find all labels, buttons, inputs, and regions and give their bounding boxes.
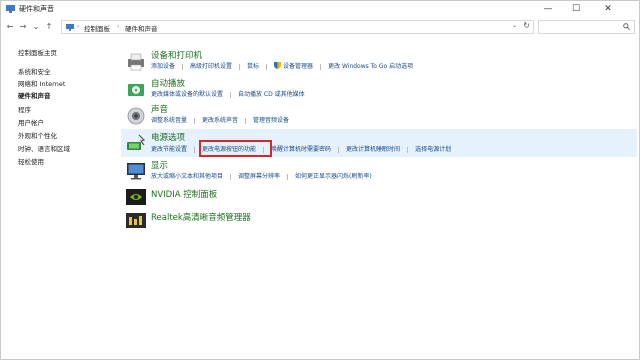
refresh-button[interactable]: ↻ xyxy=(523,21,530,30)
category-title-devices-printers[interactable]: 设备和打印机 xyxy=(151,49,202,61)
category-nvidia: NVIDIA 控制面板 xyxy=(121,185,637,209)
search-box[interactable] xyxy=(538,20,635,34)
sidebar-item-ease-of-access[interactable]: 轻松使用 xyxy=(18,156,44,166)
category-links-sound: 调整系统音量 更改系统声音 管理音频设备 xyxy=(151,115,296,124)
display-icon xyxy=(127,163,145,180)
category-links-display: 放大或缩小文本和其他项目 调整屏幕分辨率 如何更正显示器闪烁(刷新率) xyxy=(151,171,379,180)
category-sound: 声音 调整系统音量 更改系统声音 管理音频设备 xyxy=(121,101,637,129)
address-bar[interactable]: › 控制面板 › 硬件和声音 ⌄ ↻ xyxy=(61,20,534,34)
sidebar-item-clock-language-region[interactable]: 时钟、语言和区域 xyxy=(18,143,70,153)
category-links-power-options: 更改节能设置 更改电源按钮的功能 唤醒计算机时需要密码 更改计算机睡眠时间 选择电源计划 xyxy=(151,144,458,153)
maximize-button[interactable]: ☐ xyxy=(563,1,589,18)
sidebar-item-user-accounts[interactable]: 用户帐户 xyxy=(18,117,44,127)
device-manager-link[interactable]: 设备管理器 xyxy=(283,61,313,70)
breadcrumb-control-panel[interactable]: 控制面板 xyxy=(84,23,110,33)
recent-locations-button[interactable]: ⌄ xyxy=(30,21,42,33)
category-title-autoplay[interactable]: 自动播放 xyxy=(151,77,185,89)
mouse-link[interactable]: 鼠标 xyxy=(247,61,259,70)
category-title-realtek[interactable]: Realtek高清晰音频管理器 xyxy=(151,211,251,223)
add-device-link[interactable]: 添加设备 xyxy=(151,61,175,70)
search-icon xyxy=(623,23,630,30)
change-media-defaults-link[interactable]: 更改媒体或设备的默认设置 xyxy=(151,89,223,98)
nvidia-icon xyxy=(126,189,146,205)
window-title: 硬件和声音 xyxy=(19,5,54,13)
control-panel-icon xyxy=(6,5,15,13)
fix-flicker-link[interactable]: 如何更正显示器闪烁(刷新率) xyxy=(295,171,372,180)
category-autoplay: 自动播放 更改媒体或设备的默认设置 自动播放 CD 或其他媒体 xyxy=(121,75,637,101)
manage-audio-devices-link[interactable]: 管理音频设备 xyxy=(253,115,289,124)
back-button[interactable]: ← xyxy=(4,21,16,33)
sidebar-item-programs[interactable]: 程序 xyxy=(18,104,31,114)
breadcrumb-hardware-sound[interactable]: 硬件和声音 xyxy=(125,23,158,33)
sidebar-item-hardware-sound[interactable]: 硬件和声音 xyxy=(18,90,51,100)
windows-to-go-link[interactable]: 更改 Windows To Go 启动选项 xyxy=(328,61,413,70)
power-options-icon xyxy=(127,134,146,150)
sidebar-item-network-internet[interactable]: 网络和 Internet xyxy=(18,78,65,88)
realtek-icon xyxy=(126,213,146,228)
address-dropdown-button[interactable]: ⌄ xyxy=(512,22,517,29)
wake-password-link[interactable]: 唤醒计算机时需要密码 xyxy=(271,144,331,153)
adjust-volume-link[interactable]: 调整系统音量 xyxy=(151,115,187,124)
printer-icon xyxy=(128,53,144,71)
category-links-autoplay: 更改媒体或设备的默认设置 自动播放 CD 或其他媒体 xyxy=(151,89,312,98)
change-sleep-time-link[interactable]: 更改计算机睡眠时间 xyxy=(346,144,400,153)
control-panel-home-link[interactable]: 控制面板主页 xyxy=(18,47,57,57)
shield-icon xyxy=(274,62,282,69)
zoom-text-link[interactable]: 放大或缩小文本和其他项目 xyxy=(151,171,223,180)
category-title-nvidia[interactable]: NVIDIA 控制面板 xyxy=(151,188,217,200)
category-realtek: Realtek高清晰音频管理器 xyxy=(121,208,637,232)
navigation-bar: ← → ⌄ ↑ › 控制面板 › 硬件和声音 ⌄ ↻ xyxy=(1,18,639,36)
breadcrumb-separator: › xyxy=(117,23,120,30)
minimize-button[interactable]: — xyxy=(535,1,561,18)
adjust-resolution-link[interactable]: 调整屏幕分辨率 xyxy=(238,171,280,180)
category-title-power-options[interactable]: 电源选项 xyxy=(151,131,185,143)
sidebar-item-appearance[interactable]: 外观和个性化 xyxy=(18,130,57,140)
change-power-saving-link[interactable]: 更改节能设置 xyxy=(151,144,187,153)
speaker-icon xyxy=(127,107,145,125)
control-panel-icon xyxy=(66,24,74,31)
up-button[interactable]: ↑ xyxy=(43,21,55,33)
choose-power-plan-link[interactable]: 选择电源计划 xyxy=(415,144,451,153)
autoplay-cd-link[interactable]: 自动播放 CD 或其他媒体 xyxy=(238,89,305,98)
change-system-sounds-link[interactable]: 更改系统声音 xyxy=(202,115,238,124)
category-links-devices-printers: 添加设备 高级打印机设置 鼠标 设备管理器 更改 Windows To Go 启动选项 xyxy=(151,61,420,70)
title-bar: 硬件和声音 — ☐ ✕ xyxy=(1,1,639,18)
category-title-display[interactable]: 显示 xyxy=(151,159,168,171)
control-panel-window: 硬件和声音 — ☐ ✕ ← → ⌄ ↑ › 控制面板 › 硬件和声音 ⌄ ↻ 控… xyxy=(0,0,640,360)
annotation-highlight-box xyxy=(199,140,272,157)
forward-button[interactable]: → xyxy=(17,21,29,33)
category-title-sound[interactable]: 声音 xyxy=(151,103,168,115)
close-button[interactable]: ✕ xyxy=(595,1,621,18)
advanced-printer-setup-link[interactable]: 高级打印机设置 xyxy=(190,61,232,70)
sidebar-item-system-security[interactable]: 系统和安全 xyxy=(18,66,51,76)
category-devices-printers: 设备和打印机 添加设备 高级打印机设置 鼠标 设备管理器 更改 Windows To G… xyxy=(121,47,637,75)
category-display: 显示 放大或缩小文本和其他项目 调整屏幕分辨率 如何更正显示器闪烁(刷新率) xyxy=(121,157,637,185)
breadcrumb-separator: › xyxy=(77,23,80,30)
autoplay-icon xyxy=(128,84,144,96)
